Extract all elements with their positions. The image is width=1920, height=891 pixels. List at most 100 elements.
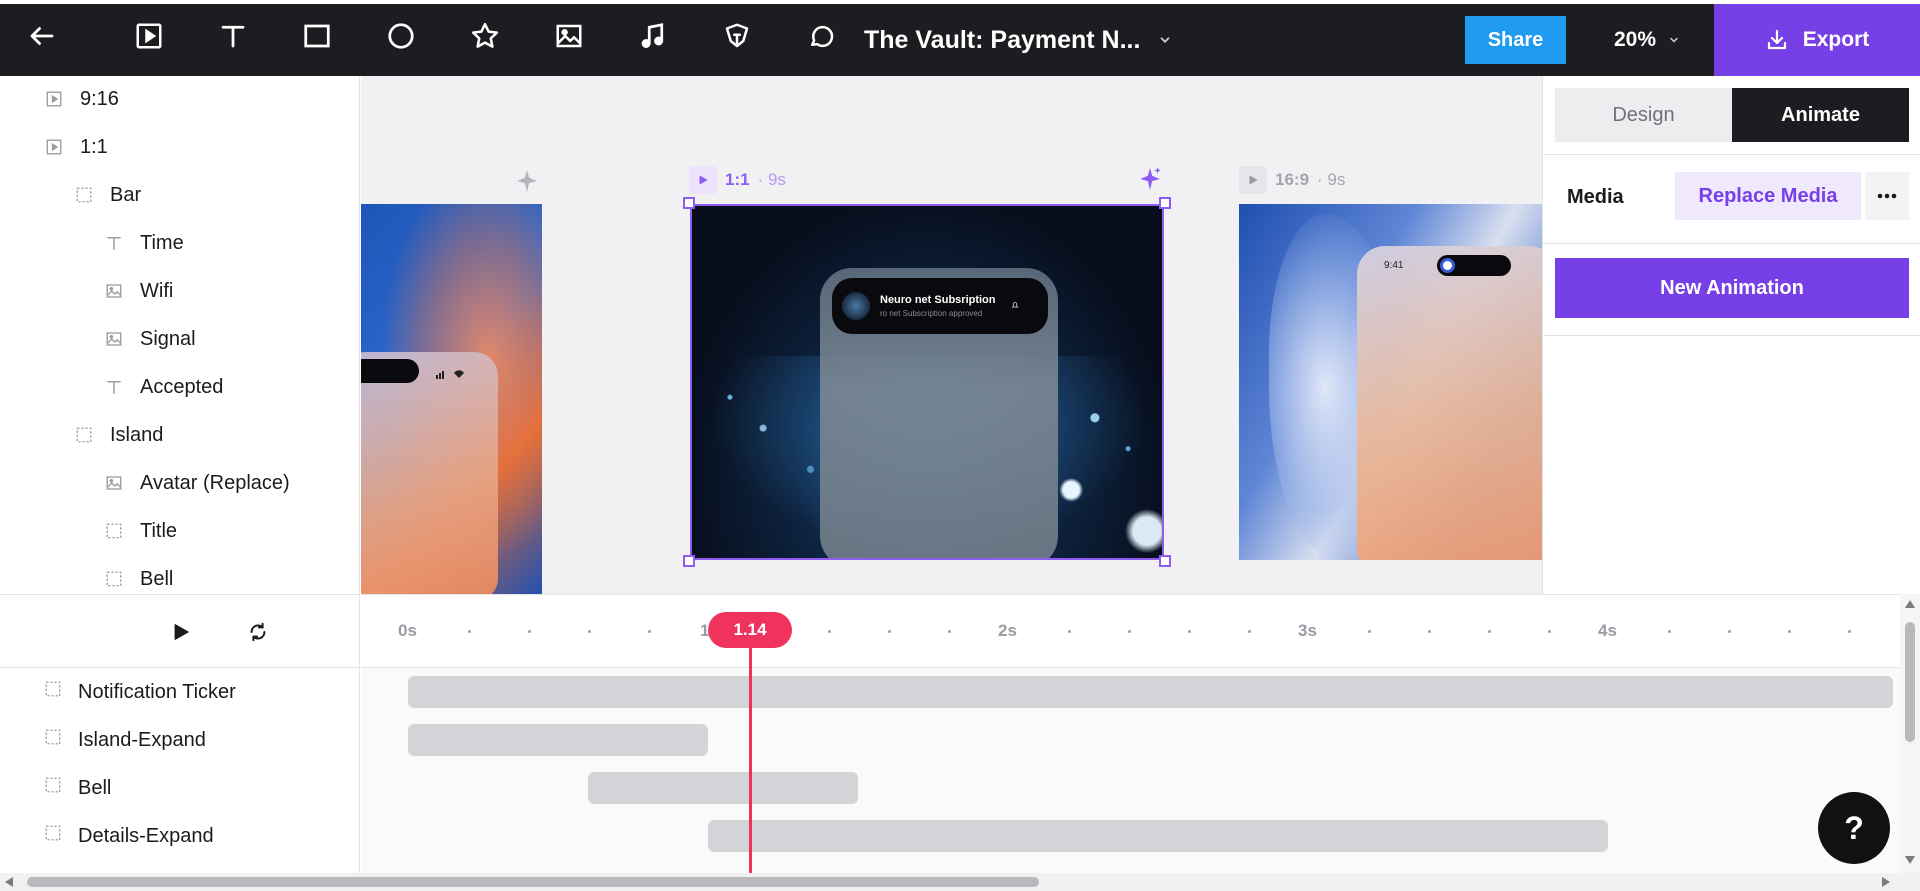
layer-item-wifi[interactable]: Wifi bbox=[104, 267, 173, 315]
tick-label-3s: 3s bbox=[1298, 621, 1317, 640]
document-title-dropdown[interactable]: The Vault: Payment N... bbox=[864, 4, 1172, 76]
text-icon[interactable] bbox=[211, 14, 255, 58]
layer-item-avatar[interactable]: Avatar (Replace) bbox=[104, 459, 290, 507]
bell-icon bbox=[1011, 302, 1019, 308]
video-icon bbox=[44, 137, 64, 157]
vertical-scrollbar[interactable] bbox=[1900, 594, 1920, 873]
layer-item-signal[interactable]: Signal bbox=[104, 315, 196, 363]
tab-design[interactable]: Design bbox=[1555, 88, 1732, 142]
ellipse-icon[interactable] bbox=[379, 14, 423, 58]
layer-label: Island bbox=[110, 423, 164, 446]
download-icon bbox=[1767, 29, 1786, 50]
animation-bar[interactable] bbox=[588, 772, 858, 804]
export-button[interactable]: Export bbox=[1714, 4, 1920, 76]
track-label-details-expand[interactable]: Details-Expand bbox=[44, 812, 214, 860]
phone-mockup bbox=[1357, 246, 1542, 560]
divider bbox=[1543, 154, 1920, 155]
video-icon[interactable] bbox=[127, 14, 171, 58]
frame-label-center[interactable]: 1:1 · 9s bbox=[689, 166, 786, 194]
group-icon bbox=[44, 824, 62, 848]
play-icon bbox=[174, 623, 190, 641]
layer-item-accepted[interactable]: Accepted bbox=[104, 363, 223, 411]
resize-handle-top-left[interactable] bbox=[683, 197, 695, 209]
help-button[interactable]: ? bbox=[1818, 792, 1890, 864]
replace-media-button[interactable]: Replace Media bbox=[1675, 172, 1861, 220]
frame-16-9[interactable]: 9:41 bbox=[1239, 204, 1542, 560]
loop-button[interactable] bbox=[243, 617, 273, 647]
play-icon[interactable] bbox=[689, 166, 717, 194]
rectangle-icon[interactable] bbox=[295, 14, 339, 58]
image-icon[interactable] bbox=[547, 14, 591, 58]
more-options-button[interactable] bbox=[1865, 172, 1909, 220]
pen-icon[interactable] bbox=[715, 14, 759, 58]
tick-dot bbox=[828, 630, 831, 633]
track-label-bell[interactable]: Bell bbox=[44, 764, 111, 812]
image-icon bbox=[104, 281, 124, 301]
tick-label-2s: 2s bbox=[998, 621, 1017, 640]
star-icon[interactable] bbox=[463, 14, 507, 58]
layer-item-9-16[interactable]: 9:16 bbox=[44, 76, 119, 123]
status-icons bbox=[436, 366, 476, 379]
speech-bubble-icon[interactable] bbox=[799, 14, 843, 58]
layer-item-island[interactable]: Island bbox=[74, 411, 163, 459]
playhead-line[interactable] bbox=[749, 628, 752, 873]
track-label-text: Notification Ticker bbox=[78, 680, 236, 703]
tick-dot bbox=[1128, 630, 1131, 633]
sparkle-icon[interactable] bbox=[514, 168, 540, 194]
layer-item-time[interactable]: Time bbox=[104, 219, 184, 267]
phone-mockup bbox=[361, 352, 498, 594]
loop-icon bbox=[250, 622, 266, 642]
frame-1-1[interactable]: Neuro net Subsription ro net Subscriptio… bbox=[690, 204, 1164, 560]
sparkle-icon[interactable] bbox=[1137, 166, 1163, 192]
dynamic-island bbox=[361, 359, 419, 383]
tab-animate[interactable]: Animate bbox=[1732, 88, 1909, 142]
tick-dot bbox=[1788, 630, 1791, 633]
new-animation-button[interactable]: New Animation bbox=[1555, 258, 1909, 318]
scroll-down-icon[interactable] bbox=[1905, 856, 1915, 864]
layer-label: Accepted bbox=[140, 375, 224, 398]
animation-bar[interactable] bbox=[408, 724, 708, 756]
canvas-area[interactable]: 1:1 · 9s Neuro net Subsription ro net Su… bbox=[361, 76, 1542, 594]
tick-dot bbox=[1848, 630, 1851, 633]
resize-handle-bottom-left[interactable] bbox=[683, 555, 695, 567]
play-button[interactable] bbox=[166, 617, 196, 647]
tick-dot bbox=[468, 630, 471, 633]
play-icon[interactable] bbox=[1239, 166, 1267, 194]
horizontal-scrollbar[interactable] bbox=[0, 873, 1920, 891]
music-icon[interactable] bbox=[631, 14, 675, 58]
layer-item-bar[interactable]: Bar bbox=[74, 171, 141, 219]
layer-item-1-1[interactable]: 1:1 bbox=[44, 123, 108, 171]
notification-title: Neuro net Subsription bbox=[880, 294, 996, 306]
tick-dot bbox=[948, 630, 951, 633]
back-arrow-icon[interactable] bbox=[20, 14, 64, 58]
scroll-left-icon[interactable] bbox=[5, 877, 13, 887]
layer-item-bell[interactable]: Bell bbox=[104, 555, 173, 594]
layers-panel: 9:16 1:1 Bar Time Wifi Signal Accepted I… bbox=[0, 76, 360, 594]
frame-9-16[interactable] bbox=[361, 204, 542, 594]
tick-dot bbox=[888, 630, 891, 633]
horizontal-scroll-thumb[interactable] bbox=[27, 877, 1039, 887]
resize-handle-top-right[interactable] bbox=[1159, 197, 1171, 209]
animation-bar[interactable] bbox=[408, 676, 1893, 708]
playhead-time[interactable]: 1.14 bbox=[708, 612, 792, 648]
animation-bar[interactable] bbox=[708, 820, 1608, 852]
timeline-ruler[interactable]: 0s 1s 2s 3s 4s bbox=[361, 594, 1920, 667]
track-label-notification-ticker[interactable]: Notification Ticker bbox=[44, 668, 236, 716]
app-window: The Vault: Payment N... Share 20% Export… bbox=[0, 0, 1920, 891]
share-button[interactable]: Share bbox=[1465, 16, 1566, 64]
ellipsis-icon bbox=[1877, 193, 1897, 199]
chevron-down-icon bbox=[1161, 37, 1170, 43]
layer-item-title[interactable]: Title bbox=[104, 507, 177, 555]
scroll-right-icon[interactable] bbox=[1882, 877, 1890, 887]
text-icon bbox=[104, 377, 124, 397]
zoom-dropdown[interactable]: 20% bbox=[1614, 4, 1680, 76]
divider bbox=[1543, 243, 1920, 244]
vertical-scroll-thumb[interactable] bbox=[1905, 622, 1915, 742]
timeline-tracks[interactable] bbox=[361, 667, 1920, 873]
tick-dot bbox=[1548, 630, 1551, 633]
track-label-island-expand[interactable]: Island-Expand bbox=[44, 716, 206, 764]
tick-dot bbox=[1488, 630, 1491, 633]
frame-label-right[interactable]: 16:9 · 9s bbox=[1239, 166, 1345, 194]
resize-handle-bottom-right[interactable] bbox=[1159, 555, 1171, 567]
scroll-up-icon[interactable] bbox=[1905, 600, 1915, 608]
